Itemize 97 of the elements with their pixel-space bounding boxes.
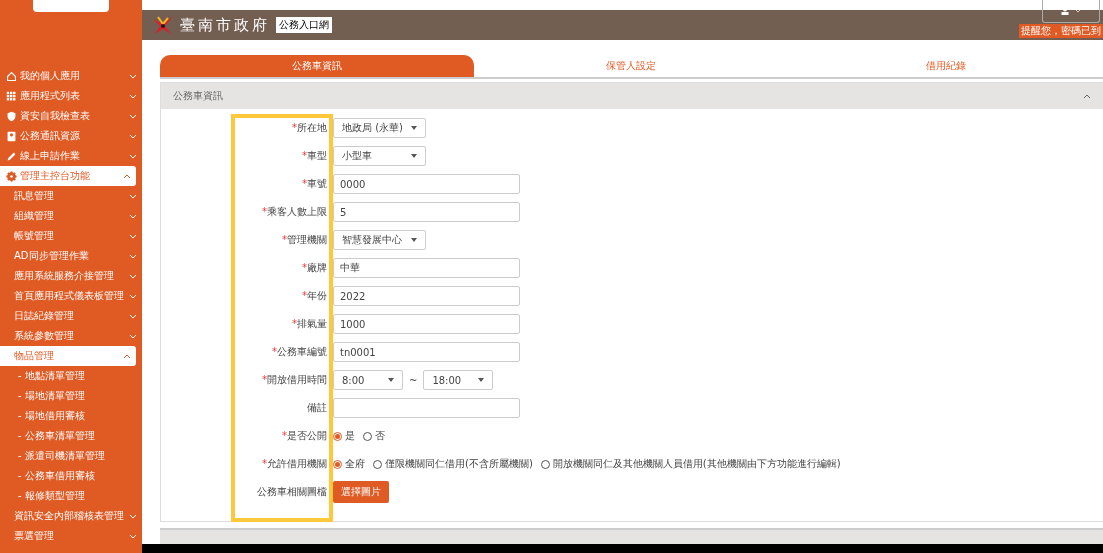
- sidebar-item[interactable]: 系統參數管理: [0, 326, 142, 346]
- field-label: *車號: [301, 177, 328, 191]
- chevron-icon: [123, 173, 131, 179]
- sidebar-item[interactable]: - 公務車借用審核: [0, 466, 142, 486]
- sidebar-item[interactable]: 物品管理: [0, 346, 136, 366]
- chevron-icon: [129, 93, 137, 99]
- sidebar-item[interactable]: - 地點清單管理: [0, 366, 142, 386]
- portal-label: 公務入口網: [276, 17, 332, 33]
- sidebar-item[interactable]: 日誌紀錄管理: [0, 306, 142, 326]
- sidebar-item[interactable]: 組織管理: [0, 206, 142, 226]
- dropdown-caret-icon: [411, 126, 417, 130]
- tab[interactable]: 借用紀錄: [788, 55, 1103, 77]
- sidebar-item[interactable]: - 派遣司機清單管理: [0, 446, 142, 466]
- sidebar-item[interactable]: - 公務車清單管理: [0, 426, 142, 446]
- sidebar-item[interactable]: 首頁應用程式儀表板管理: [0, 286, 142, 306]
- dropdown-caret-icon: [411, 238, 417, 242]
- field-label: *車型: [301, 149, 328, 163]
- input-field[interactable]: 2022: [333, 286, 520, 306]
- chevron-icon: [129, 73, 137, 79]
- chevron-icon: [129, 193, 137, 199]
- sidebar-item[interactable]: 訊息管理: [0, 186, 142, 206]
- sidebar-item[interactable]: 管理主控台功能: [0, 166, 136, 186]
- sidebar-item[interactable]: 帳號管理: [0, 226, 142, 246]
- sidebar-item[interactable]: 票選管理: [0, 526, 142, 546]
- settings-icon: [6, 170, 17, 182]
- tab[interactable]: 公務車資訊: [160, 55, 475, 77]
- pencil-icon: [6, 150, 17, 162]
- sidebar-item[interactable]: - 報修類型管理: [0, 486, 142, 506]
- shield-icon: [6, 110, 17, 122]
- sidebar-item[interactable]: 應用系統服務介接管理: [0, 266, 142, 286]
- panel-header[interactable]: 公務車資訊: [161, 83, 1103, 109]
- grid-icon: [6, 90, 17, 102]
- chevron-icon: [129, 153, 137, 159]
- select-field[interactable]: 地政局 (永華): [333, 118, 426, 138]
- input-field[interactable]: tn0001: [333, 342, 520, 362]
- chevron-icon: [129, 293, 137, 299]
- emblem-icon: [152, 15, 174, 35]
- home-icon: [6, 70, 17, 82]
- chevron-icon: [129, 213, 137, 219]
- field-label: *乘客人數上限: [261, 205, 328, 219]
- radio-option[interactable]: 開放機關同仁及其他機關人員借用(其他機關由下方功能進行編輯): [540, 457, 841, 471]
- input-field[interactable]: 0000: [333, 174, 520, 194]
- select-field[interactable]: 小型車: [333, 146, 426, 166]
- range-separator: ~: [409, 374, 418, 386]
- time-select[interactable]: 18:00: [423, 370, 494, 390]
- chevron-icon: [129, 333, 137, 339]
- radio-option[interactable]: 全府: [333, 457, 365, 471]
- input-field[interactable]: 5: [333, 202, 520, 222]
- time-select[interactable]: 8:00: [333, 370, 403, 390]
- sidebar-item[interactable]: 資安自我檢查表: [0, 106, 142, 126]
- chevron-icon: [129, 273, 137, 279]
- logo-text: 臺南市政府: [180, 15, 270, 35]
- radio-option[interactable]: 僅限機關同仁借用(不含所屬機關): [373, 457, 533, 471]
- user-menu-button[interactable]: [1042, 0, 1100, 23]
- password-notice: 提醒您，密碼已到: [1019, 24, 1103, 38]
- field-label: *廠牌: [301, 261, 328, 275]
- panel-title: 公務車資訊: [173, 89, 223, 103]
- sidebar-item[interactable]: 資訊安全內部稽核表管理: [0, 506, 142, 526]
- chevron-icon: [1075, 9, 1081, 13]
- select-field[interactable]: 智慧發展中心: [333, 230, 426, 250]
- dropdown-caret-icon: [478, 378, 485, 382]
- chevron-icon: [129, 313, 137, 319]
- input-field[interactable]: [333, 398, 520, 418]
- tab[interactable]: 保管人設定: [474, 55, 789, 77]
- radio-option[interactable]: 是: [333, 429, 355, 443]
- field-label: *允許借用機關: [261, 457, 328, 471]
- field-label: 公務車相關圖檔: [256, 485, 328, 499]
- card-icon: [6, 130, 17, 142]
- chevron-icon: [129, 233, 137, 239]
- sidebar-item[interactable]: - 場地借用審核: [0, 406, 142, 426]
- field-label: *排氣量: [291, 317, 328, 331]
- sidebar-item[interactable]: 我的個人應用: [0, 66, 142, 86]
- sidebar-item[interactable]: 公務通訊資源: [0, 126, 142, 146]
- sidebar-item[interactable]: 線上申請作業: [0, 146, 142, 166]
- sidebar-item[interactable]: - 場地清單管理: [0, 386, 142, 406]
- input-field[interactable]: 1000: [333, 314, 520, 334]
- field-label: *開放借用時間: [261, 373, 328, 387]
- chevron-icon: [123, 353, 131, 359]
- field-label: *是否公開: [281, 429, 328, 443]
- chevron-icon: [129, 133, 137, 139]
- field-label: *公務車編號: [271, 345, 328, 359]
- chevron-icon: [129, 513, 137, 519]
- field-label: *管理機關: [281, 233, 328, 247]
- choose-image-button[interactable]: 選擇圖片: [333, 481, 389, 503]
- chevron-icon: [129, 253, 137, 259]
- chevron-icon: [129, 533, 137, 539]
- field-label: *所在地: [291, 121, 328, 135]
- sidebar-item[interactable]: 應用程式列表: [0, 86, 142, 106]
- dropdown-caret-icon: [388, 378, 394, 382]
- radio-option[interactable]: 否: [363, 429, 385, 443]
- field-label: 備註: [306, 401, 328, 415]
- field-label: *年份: [301, 289, 328, 303]
- user-icon: [1061, 7, 1069, 15]
- sidebar-item[interactable]: AD同步管理作業: [0, 246, 142, 266]
- input-field[interactable]: 中華: [333, 258, 520, 278]
- dropdown-caret-icon: [411, 154, 417, 158]
- chevron-icon: [129, 113, 137, 119]
